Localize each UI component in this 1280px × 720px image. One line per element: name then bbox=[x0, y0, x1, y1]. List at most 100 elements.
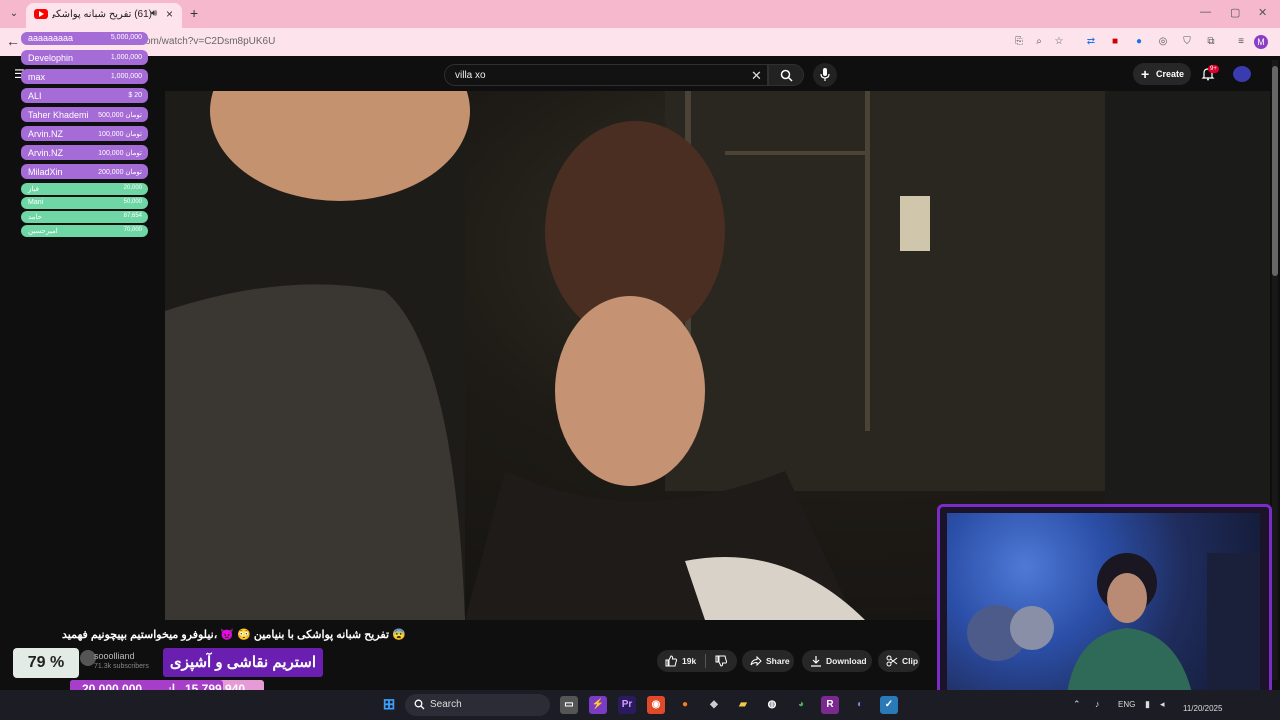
donation-amount: 20,000 bbox=[123, 185, 142, 191]
donation-item: max 1,000,000 bbox=[21, 69, 148, 84]
volume-icon[interactable]: ◂ bbox=[1160, 699, 1165, 710]
windows-start-icon[interactable]: ⊞ bbox=[380, 696, 398, 714]
account-avatar[interactable] bbox=[1233, 66, 1251, 82]
donation-item: فیاز 20,000 bbox=[21, 183, 148, 195]
zoom-icon[interactable]: ⌕ bbox=[1032, 35, 1046, 49]
page-scrollbar[interactable] bbox=[1272, 60, 1278, 680]
video-title: 😨 تفریح شبانه پواشکی با بنیامین 😳 👿 ،نیل… bbox=[62, 629, 406, 641]
shield-icon[interactable]: ⛉ bbox=[1180, 35, 1194, 49]
channel-name[interactable]: sooolliand bbox=[94, 651, 135, 661]
donation-item: Develophin 1,000,000 bbox=[21, 50, 148, 65]
donation-amount: 1,000,000 bbox=[110, 54, 142, 61]
donation-item: Mani 50,000 bbox=[21, 197, 148, 209]
windows-taskbar: ⊞ Search ▭ ⚡ Pr ◉ ● ◆ ▰ ◍ ◕ R ◐ ✓ ⌃ ♪ EN… bbox=[0, 690, 1280, 720]
download-label: Download bbox=[826, 656, 867, 666]
clear-search-icon[interactable]: ✕ bbox=[751, 68, 762, 84]
create-button[interactable]: + Create bbox=[1133, 63, 1191, 85]
network-icon[interactable]: ▮ bbox=[1145, 699, 1150, 710]
browser-tab-strip: ⌄ (61) تفریح شبانه پواشکی با بنیامین 🔊︎ … bbox=[0, 0, 1280, 28]
file-explorer-icon[interactable]: ▰ bbox=[734, 696, 752, 714]
task-view-icon[interactable]: ▭ bbox=[560, 696, 578, 714]
microphone-icon bbox=[820, 68, 830, 81]
cast-extension-icon[interactable]: ■ bbox=[1108, 35, 1122, 49]
profile-avatar[interactable]: M bbox=[1254, 35, 1268, 49]
chrome-icon[interactable]: ◕ bbox=[792, 696, 810, 714]
clock-date[interactable]: 11/20/2025 bbox=[1183, 704, 1222, 713]
speaker-icon[interactable]: 🔊︎ bbox=[151, 8, 157, 19]
window-maximize-button[interactable]: ▢ bbox=[1230, 6, 1240, 19]
share-label: Share bbox=[766, 656, 790, 666]
taskbar-search[interactable]: Search bbox=[405, 694, 550, 716]
language-indicator[interactable]: ENG bbox=[1118, 700, 1135, 709]
extensions-puzzle-icon[interactable]: ⧉ bbox=[1204, 35, 1218, 49]
tray-mic-icon[interactable]: ♪ bbox=[1095, 699, 1100, 709]
stream-title-banner: استریم نقاشی و آشپزی bbox=[163, 648, 323, 677]
scissors-icon bbox=[886, 655, 898, 667]
app-icon-1[interactable]: ⚡ bbox=[589, 696, 607, 714]
webcam-scene bbox=[967, 553, 1260, 693]
donation-amount: $ 20 bbox=[128, 92, 142, 99]
donor-name: aaaaaaaaa bbox=[28, 33, 74, 43]
notification-badge: 9+ bbox=[1208, 65, 1219, 73]
percent-badge: 79 % bbox=[13, 648, 79, 678]
share-icon bbox=[750, 655, 762, 667]
new-tab-icon[interactable]: + bbox=[190, 5, 198, 21]
webcam-feed bbox=[947, 513, 1260, 693]
reading-list-icon[interactable]: ≡ bbox=[1234, 35, 1248, 49]
voice-search-button[interactable] bbox=[813, 63, 837, 87]
install-app-icon[interactable]: ⎘ bbox=[1012, 35, 1026, 49]
donation-item: Arvin.NZ 100,000 تومان bbox=[21, 126, 148, 141]
donor-name: فیاز bbox=[28, 186, 39, 193]
like-dislike-group: 19k bbox=[657, 650, 737, 672]
app-icon-3[interactable]: ◉ bbox=[647, 696, 665, 714]
toolbar-icons: ⎘ ⌕ ☆ ⇄ ■ ● ◎ ⛉ ⧉ ≡ M bbox=[1012, 35, 1272, 51]
back-arrow-icon[interactable]: ← bbox=[6, 33, 20, 49]
search-input[interactable]: villa xo ✕ bbox=[444, 64, 768, 86]
search-icon bbox=[414, 699, 425, 710]
bookmark-star-icon[interactable]: ☆ bbox=[1052, 35, 1066, 49]
dislike-button[interactable] bbox=[707, 650, 737, 672]
donor-name: Arvin.NZ bbox=[28, 129, 64, 139]
donation-item: MiladXin 200,000 تومان bbox=[21, 164, 148, 179]
thumbs-down-icon bbox=[715, 655, 727, 667]
translate-extension-icon[interactable]: ⇄ bbox=[1084, 35, 1098, 49]
app-check-icon[interactable]: ✓ bbox=[880, 696, 898, 714]
like-count: 19k bbox=[682, 656, 697, 666]
youtube-favicon-icon bbox=[34, 9, 48, 19]
donation-amount: 50,000 bbox=[123, 199, 142, 205]
tray-expand-icon[interactable]: ⌃ bbox=[1073, 699, 1081, 710]
scrollbar-thumb[interactable] bbox=[1272, 66, 1278, 276]
obs-icon[interactable]: ◍ bbox=[763, 696, 781, 714]
premiere-icon[interactable]: Pr bbox=[618, 696, 636, 714]
clip-button[interactable]: Clip bbox=[878, 650, 920, 672]
donation-item: حامد 87,654 bbox=[21, 211, 148, 223]
search-icon bbox=[780, 69, 793, 82]
like-button[interactable]: 19k bbox=[657, 650, 703, 672]
donation-amount: 70,000 bbox=[123, 227, 142, 233]
donation-item: امیرحسین 70,000 bbox=[21, 225, 148, 237]
address-bar[interactable]: om/watch?v=C2Dsm8pUK6U bbox=[145, 36, 275, 47]
donor-name: ALI bbox=[28, 91, 42, 101]
donation-item: Taher Khademi 500,000 تومان bbox=[21, 107, 148, 122]
screen: ⌄ (61) تفریح شبانه پواشکی با بنیامین 🔊︎ … bbox=[0, 0, 1280, 720]
search-button[interactable] bbox=[768, 64, 804, 86]
download-button[interactable]: Download bbox=[802, 650, 872, 672]
share-button[interactable]: Share bbox=[742, 650, 794, 672]
firefox-icon[interactable]: ● bbox=[676, 696, 694, 714]
donation-item: aaaaaaaaa 5,000,000 bbox=[21, 32, 148, 45]
thumbs-up-icon bbox=[665, 655, 677, 667]
window-minimize-button[interactable]: — bbox=[1200, 6, 1211, 18]
discord-icon[interactable]: ◐ bbox=[851, 696, 869, 714]
extension-2-icon[interactable]: ◎ bbox=[1156, 35, 1170, 49]
donor-name: حامد bbox=[28, 214, 42, 221]
donation-item: Arvin.NZ 100,000 تومان bbox=[21, 145, 148, 160]
window-close-button[interactable]: ✕ bbox=[1258, 6, 1267, 19]
extension-icon[interactable]: ● bbox=[1132, 35, 1146, 49]
tab-search-icon[interactable]: ⌄ bbox=[6, 6, 22, 22]
donor-name: Taher Khademi bbox=[28, 110, 89, 120]
unity-icon[interactable]: ◆ bbox=[705, 696, 723, 714]
tab-close-icon[interactable]: × bbox=[166, 7, 173, 21]
donation-amount: 87,654 bbox=[123, 213, 142, 219]
app-r-icon[interactable]: R bbox=[821, 696, 839, 714]
browser-tab-active[interactable]: (61) تفریح شبانه پواشکی با بنیامین 🔊︎ × bbox=[26, 3, 182, 28]
